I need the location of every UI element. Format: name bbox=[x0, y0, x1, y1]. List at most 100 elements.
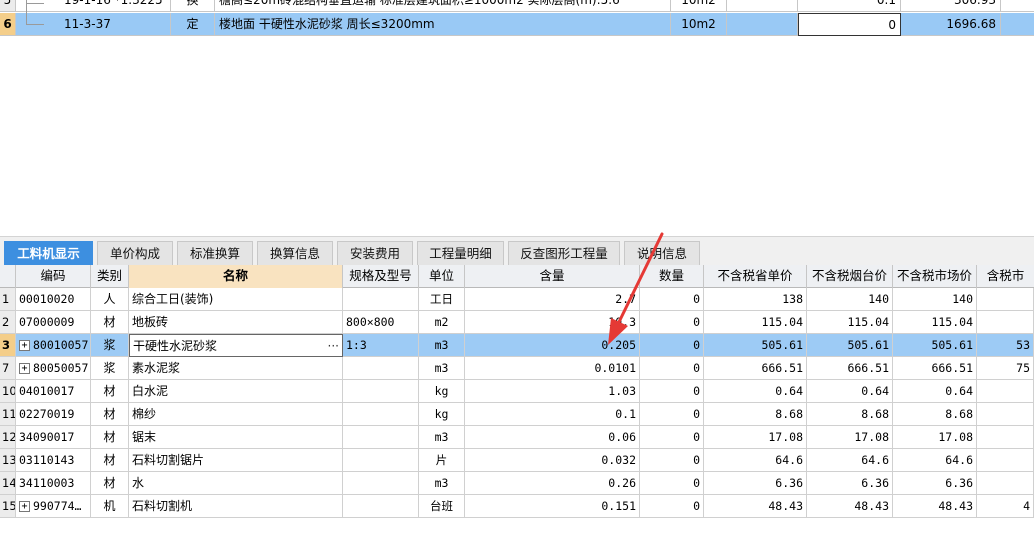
material-code[interactable]: 34090017 bbox=[16, 426, 91, 449]
material-category[interactable]: 材 bbox=[91, 311, 129, 334]
material-content[interactable]: 2.7 bbox=[465, 288, 640, 311]
quota-name[interactable]: 檐高≤20m砖混结构垂直运输 标准层建筑面积≥1000m2 实际层高(m):5.… bbox=[215, 0, 671, 12]
column-header-yantai-price[interactable]: 不含税烟台价 bbox=[807, 265, 893, 288]
material-category[interactable]: 浆 bbox=[91, 334, 129, 357]
tax-market-price[interactable]: 4 bbox=[977, 495, 1034, 518]
tab-installation-fee[interactable]: 安装费用 bbox=[337, 241, 413, 266]
table-row[interactable]: 12 34090017 材锯末 m3 0.06 0 17.08 17.08 17.08 bbox=[0, 426, 1034, 449]
material-content[interactable]: 1.03 bbox=[465, 380, 640, 403]
market-unit-price[interactable]: 505.61 bbox=[893, 334, 977, 357]
material-content[interactable]: 0.06 bbox=[465, 426, 640, 449]
column-header-tax-market-price[interactable]: 含税市 bbox=[977, 265, 1034, 288]
market-unit-price[interactable]: 0.64 bbox=[893, 380, 977, 403]
material-name[interactable]: 干硬性水泥砂浆 ··· bbox=[129, 334, 343, 357]
material-content[interactable]: 0.1 bbox=[465, 403, 640, 426]
material-content[interactable]: 0.205 bbox=[465, 334, 640, 357]
province-unit-price[interactable]: 0.64 bbox=[704, 380, 807, 403]
tax-market-price[interactable]: 75 bbox=[977, 357, 1034, 380]
material-category[interactable]: 机 bbox=[91, 495, 129, 518]
market-unit-price[interactable]: 17.08 bbox=[893, 426, 977, 449]
province-unit-price[interactable]: 64.6 bbox=[704, 449, 807, 472]
tax-market-price[interactable] bbox=[977, 426, 1034, 449]
tax-market-price[interactable] bbox=[977, 288, 1034, 311]
column-header-name[interactable]: 名称 bbox=[129, 265, 343, 288]
quota-name[interactable]: 楼地面 干硬性水泥砂浆 周长≤3200mm bbox=[215, 13, 671, 36]
province-unit-price[interactable]: 666.51 bbox=[704, 357, 807, 380]
table-row[interactable]: 11 02270019 材棉纱 kg 0.1 0 8.68 8.68 8.68 bbox=[0, 403, 1034, 426]
quota-code[interactable]: 19-1-16 *1.3225 bbox=[16, 0, 171, 12]
column-header-category[interactable]: 类别 bbox=[91, 265, 129, 288]
material-spec[interactable] bbox=[343, 357, 419, 380]
material-spec[interactable] bbox=[343, 472, 419, 495]
yantai-unit-price[interactable]: 8.68 bbox=[807, 403, 893, 426]
material-category[interactable]: 浆 bbox=[91, 357, 129, 380]
column-header-quantity[interactable]: 数量 bbox=[640, 265, 704, 288]
market-unit-price[interactable]: 115.04 bbox=[893, 311, 977, 334]
material-spec[interactable]: 800×800 bbox=[343, 311, 419, 334]
material-code[interactable]: 34110003 bbox=[16, 472, 91, 495]
material-quantity[interactable]: 0 bbox=[640, 357, 704, 380]
market-unit-price[interactable]: 64.6 bbox=[893, 449, 977, 472]
material-spec[interactable] bbox=[343, 380, 419, 403]
tax-market-price[interactable] bbox=[977, 449, 1034, 472]
yantai-unit-price[interactable]: 140 bbox=[807, 288, 893, 311]
column-header-content[interactable]: 含量 bbox=[465, 265, 640, 288]
column-header-market-price[interactable]: 不含税市场价 bbox=[893, 265, 977, 288]
tab-description-info[interactable]: 说明信息 bbox=[624, 241, 700, 266]
yantai-unit-price[interactable]: 17.08 bbox=[807, 426, 893, 449]
material-unit[interactable]: m2 bbox=[419, 311, 465, 334]
material-code[interactable]: 02270019 bbox=[16, 403, 91, 426]
material-quantity[interactable]: 0 bbox=[640, 495, 704, 518]
tax-market-price[interactable] bbox=[977, 403, 1034, 426]
expand-plus-icon[interactable]: + bbox=[19, 363, 30, 374]
material-name[interactable]: 棉纱 bbox=[129, 403, 343, 426]
province-unit-price[interactable]: 48.43 bbox=[704, 495, 807, 518]
material-content[interactable]: 0.26 bbox=[465, 472, 640, 495]
market-unit-price[interactable]: 140 bbox=[893, 288, 977, 311]
material-unit[interactable]: m3 bbox=[419, 357, 465, 380]
material-category[interactable]: 材 bbox=[91, 426, 129, 449]
material-name[interactable]: 水 bbox=[129, 472, 343, 495]
material-category[interactable]: 人 bbox=[91, 288, 129, 311]
quota-quantity[interactable]: 0.1 bbox=[798, 0, 901, 12]
tab-conversion-info[interactable]: 换算信息 bbox=[257, 241, 333, 266]
market-unit-price[interactable]: 8.68 bbox=[893, 403, 977, 426]
material-category[interactable]: 材 bbox=[91, 403, 129, 426]
yantai-unit-price[interactable]: 666.51 bbox=[807, 357, 893, 380]
material-name[interactable]: 石料切割锯片 bbox=[129, 449, 343, 472]
material-unit[interactable]: 工日 bbox=[419, 288, 465, 311]
tab-unit-price-composition[interactable]: 单价构成 bbox=[97, 241, 173, 266]
material-category[interactable]: 材 bbox=[91, 449, 129, 472]
province-unit-price[interactable]: 17.08 bbox=[704, 426, 807, 449]
yantai-unit-price[interactable]: 64.6 bbox=[807, 449, 893, 472]
material-name[interactable]: 素水泥浆 bbox=[129, 357, 343, 380]
table-row[interactable]: 2 07000009 材地板砖 800×800 m2 10.3 0 115.04 115.04 1… bbox=[0, 311, 1034, 334]
material-unit[interactable]: m3 bbox=[419, 334, 465, 357]
material-unit[interactable]: 台班 bbox=[419, 495, 465, 518]
material-spec[interactable] bbox=[343, 495, 419, 518]
material-code[interactable]: +80050057 bbox=[16, 357, 91, 380]
province-unit-price[interactable]: 138 bbox=[704, 288, 807, 311]
table-row[interactable]: 15 +990774… 机石料切割机 台班 0.151 0 48.43 48.43 48.43 4 bbox=[0, 495, 1034, 518]
tax-market-price[interactable] bbox=[977, 311, 1034, 334]
yantai-unit-price[interactable]: 0.64 bbox=[807, 380, 893, 403]
market-unit-price[interactable]: 6.36 bbox=[893, 472, 977, 495]
material-spec[interactable] bbox=[343, 288, 419, 311]
column-header-unit[interactable]: 单位 bbox=[419, 265, 465, 288]
material-spec[interactable] bbox=[343, 426, 419, 449]
material-unit[interactable]: kg bbox=[419, 380, 465, 403]
quota-quantity-input[interactable]: 0 bbox=[798, 13, 901, 36]
table-row[interactable]: 14 34110003 材水 m3 0.26 0 6.36 6.36 6.36 bbox=[0, 472, 1034, 495]
material-quantity[interactable]: 0 bbox=[640, 288, 704, 311]
tab-labor-material-machine[interactable]: 工料机显示 bbox=[4, 241, 93, 266]
table-row[interactable]: 7 +80050057 浆素水泥浆 m3 0.0101 0 666.51 666.51 666.… bbox=[0, 357, 1034, 380]
province-unit-price[interactable]: 505.61 bbox=[704, 334, 807, 357]
table-row[interactable]: 10 04010017 材白水泥 kg 1.03 0 0.64 0.64 0.64 bbox=[0, 380, 1034, 403]
province-unit-price[interactable]: 8.68 bbox=[704, 403, 807, 426]
material-code[interactable]: 07000009 bbox=[16, 311, 91, 334]
more-options-icon[interactable]: ··· bbox=[328, 335, 339, 356]
material-content[interactable]: 10.3 bbox=[465, 311, 640, 334]
quota-quantity-expr[interactable] bbox=[727, 0, 798, 12]
column-header-province-price[interactable]: 不含税省单价 bbox=[704, 265, 807, 288]
market-unit-price[interactable]: 48.43 bbox=[893, 495, 977, 518]
